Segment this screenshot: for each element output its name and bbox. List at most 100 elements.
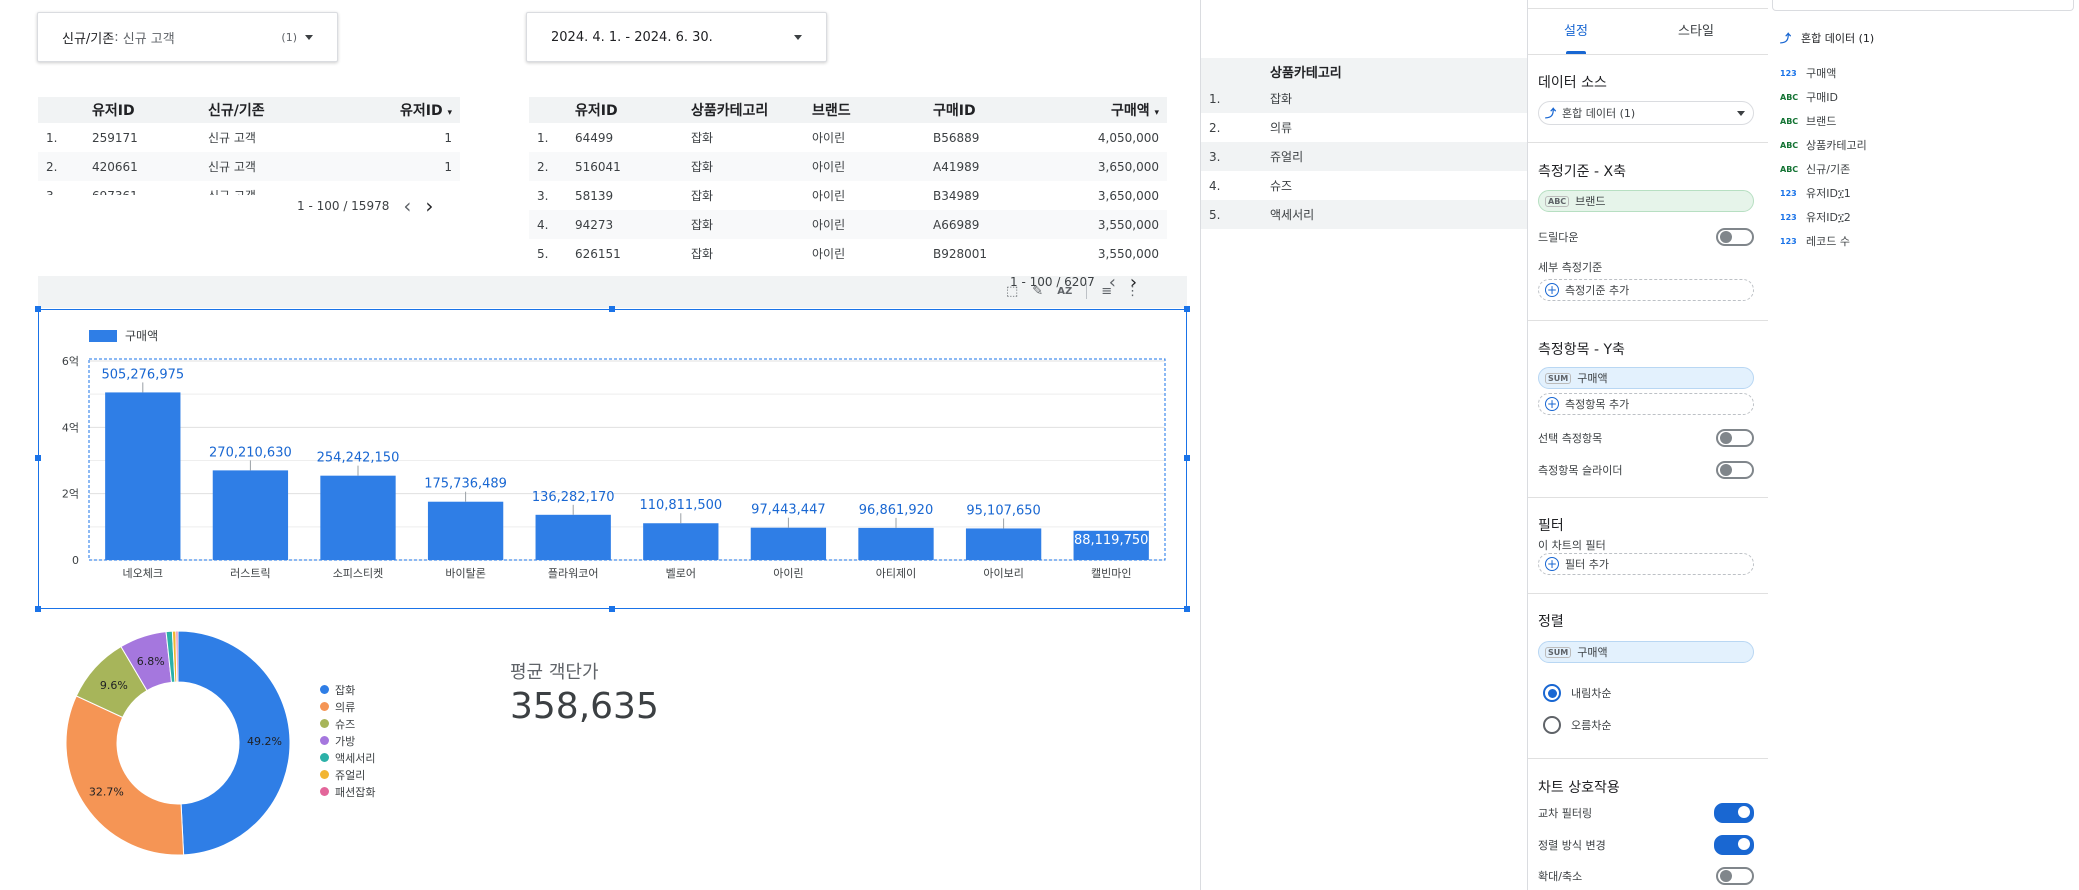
legend-item[interactable]: 잡화 bbox=[320, 681, 375, 698]
donut-slice[interactable] bbox=[65, 695, 185, 856]
data-label: 96,861,920 bbox=[859, 503, 933, 518]
table-row[interactable]: 4. 94273 잡화 아이린 A66989 3,550,000 bbox=[529, 210, 1167, 239]
edit-icon[interactable]: ✎ bbox=[1032, 284, 1043, 299]
sort-descending-radio[interactable]: 내림차순 bbox=[1543, 684, 1611, 702]
add-metric-button[interactable]: + 측정항목 추가 bbox=[1538, 393, 1754, 415]
field-item[interactable]: ABC 신규/기존 bbox=[1780, 157, 1867, 181]
metric-slider-label: 측정항목 슬라이더 bbox=[1538, 464, 1623, 477]
table-row[interactable]: 3. 58139 잡화 아이린 B34989 3,650,000 bbox=[529, 181, 1167, 210]
filter-icon[interactable]: ≡ bbox=[1101, 284, 1112, 299]
slice-label: 32.7% bbox=[89, 785, 124, 798]
legend-item[interactable]: 패션잡화 bbox=[320, 783, 375, 800]
data-label: 175,736,489 bbox=[424, 477, 507, 492]
column-header-sorted[interactable]: 구매액 ▾ bbox=[1040, 97, 1167, 123]
metric-chip[interactable]: SUM 구매액 bbox=[1538, 367, 1754, 389]
legend-item[interactable]: 액세서리 bbox=[320, 749, 375, 766]
kpi-scorecard[interactable]: 평균 객단가 358,635 bbox=[510, 658, 659, 727]
metric-slider-toggle[interactable] bbox=[1716, 461, 1754, 479]
column-header[interactable]: 유저ID bbox=[84, 97, 200, 123]
sort-ascending-radio[interactable]: 오름차순 bbox=[1543, 716, 1611, 734]
column-header-sorted[interactable]: 유저ID ▾ bbox=[334, 97, 460, 123]
bar[interactable] bbox=[320, 475, 396, 560]
field-search-input[interactable] bbox=[1772, 0, 2074, 11]
column-header[interactable]: 상품카테고리 bbox=[683, 97, 804, 123]
x-tick-label: 벨로어 bbox=[666, 567, 696, 580]
bar[interactable] bbox=[427, 501, 504, 560]
field-item[interactable]: ABC 브랜드 bbox=[1780, 109, 1867, 133]
orders-table: 유저ID 상품카테고리 브랜드 구매ID 구매액 ▾ 1. 64499 잡화 아이린 B… bbox=[529, 97, 1167, 268]
field-item[interactable]: 123 유저ID፲2 bbox=[1780, 205, 1867, 229]
table-row[interactable]: 2. 420661 신규 고객 1 bbox=[38, 152, 460, 181]
legend-label: 액세서리 bbox=[335, 751, 376, 765]
field-item[interactable]: ABC 구매ID bbox=[1780, 85, 1867, 109]
bar[interactable] bbox=[105, 392, 181, 560]
list-item[interactable]: 5. 액세서리 bbox=[1201, 200, 1527, 229]
list-item[interactable]: 2. 의류 bbox=[1201, 113, 1527, 142]
table-row[interactable]: 3. 697361 신규 고객 bbox=[38, 181, 460, 196]
field-item[interactable]: ABC 상품카테고리 bbox=[1780, 133, 1867, 157]
bar[interactable] bbox=[535, 514, 611, 560]
data-source-selector[interactable]: ⤴ 혼합 데이터 (1) bbox=[1538, 101, 1754, 125]
sort-chip[interactable]: SUM 구매액 bbox=[1538, 641, 1754, 663]
zoom-toggle[interactable] bbox=[1716, 867, 1754, 885]
select-area-icon[interactable]: ⬚ bbox=[1006, 284, 1018, 299]
field-item[interactable]: 123 레코드 수 bbox=[1780, 229, 1867, 253]
blended-source-header[interactable]: ⤴ 혼합 데이터 (1) bbox=[1780, 30, 1874, 46]
table-row[interactable]: 1. 259171 신규 고객 1 bbox=[38, 123, 460, 152]
filter-value: 신규 고객 bbox=[122, 31, 175, 47]
legend-item[interactable]: 슈즈 bbox=[320, 715, 375, 732]
section-title-dimension: 측정기준 - X축 bbox=[1538, 164, 1626, 180]
column-header[interactable]: 유저ID bbox=[567, 97, 683, 123]
date-range-value: 2024. 4. 1. - 2024. 6. 30. bbox=[551, 29, 713, 45]
tab-style[interactable]: 스타일 bbox=[1624, 20, 1768, 54]
optional-metrics-toggle[interactable] bbox=[1716, 429, 1754, 447]
table-row[interactable]: 1. 64499 잡화 아이린 B56889 4,050,000 bbox=[529, 123, 1167, 152]
radio-checked-icon bbox=[1543, 684, 1561, 702]
more-vert-icon[interactable]: ⋮ bbox=[1126, 284, 1139, 299]
column-header[interactable]: 신규/기존 bbox=[200, 97, 335, 123]
chevron-left-icon[interactable]: ‹ bbox=[403, 194, 411, 218]
bar[interactable] bbox=[965, 528, 1042, 560]
list-item[interactable]: 3. 쥬얼리 bbox=[1201, 142, 1527, 171]
list-item[interactable]: 1. 잡화 bbox=[1201, 84, 1527, 113]
legend-item[interactable]: 의류 bbox=[320, 698, 375, 715]
dimension-chip[interactable]: ABC 브랜드 bbox=[1538, 190, 1754, 212]
field-item[interactable]: 123 유저ID፲1 bbox=[1780, 181, 1867, 205]
sort-az-icon[interactable]: AZ bbox=[1057, 286, 1072, 297]
column-header[interactable]: 브랜드 bbox=[804, 97, 925, 123]
date-range-control[interactable]: 2024. 4. 1. - 2024. 6. 30. bbox=[526, 12, 827, 62]
x-tick-label: 네오체크 bbox=[123, 567, 163, 580]
bar[interactable] bbox=[643, 523, 719, 560]
list-header: 상품카테고리 bbox=[1270, 65, 1342, 81]
drilldown-toggle[interactable] bbox=[1716, 228, 1754, 246]
table-row[interactable]: 2. 516041 잡화 아이린 A41989 3,650,000 bbox=[529, 152, 1167, 181]
cross-filter-label: 교차 필터링 bbox=[1538, 807, 1593, 820]
bar[interactable] bbox=[750, 527, 827, 560]
bar-chart-selected[interactable]: 구매액 0 2억 4억 6억 네오체크 505,276,975 러스트릭 270,210,630… bbox=[35, 306, 1190, 612]
data-label: 95,107,650 bbox=[966, 503, 1040, 518]
bar[interactable] bbox=[212, 470, 289, 560]
tab-setup[interactable]: 설정 bbox=[1528, 20, 1624, 54]
bar[interactable] bbox=[858, 527, 934, 560]
data-label: 254,242,150 bbox=[317, 451, 400, 466]
cross-filter-toggle[interactable] bbox=[1714, 803, 1754, 823]
radio-unchecked-icon bbox=[1543, 716, 1561, 734]
legend-label: 쥬얼리 bbox=[335, 768, 366, 782]
kpi-label: 평균 객단가 bbox=[510, 662, 599, 683]
legend-item[interactable]: 쥬얼리 bbox=[320, 766, 375, 783]
add-filter-button[interactable]: + 필터 추가 bbox=[1538, 553, 1754, 575]
blend-icon: ⤴ bbox=[1545, 107, 1556, 120]
list-item[interactable]: 4. 슈즈 bbox=[1201, 171, 1527, 200]
change-sort-toggle[interactable] bbox=[1714, 835, 1754, 855]
users-table: 유저ID 신규/기존 유저ID ▾ 1. 259171 신규 고객 1 2. 4… bbox=[38, 97, 460, 195]
column-header[interactable]: 구매ID bbox=[925, 97, 1041, 123]
field-item[interactable]: 123 구매액 bbox=[1780, 61, 1867, 85]
users-table-pagination: 1 - 100 / 15978 ‹ › bbox=[297, 194, 434, 218]
legend-label: 패션잡화 bbox=[335, 785, 376, 799]
chevron-right-icon[interactable]: › bbox=[425, 194, 433, 218]
donut-chart[interactable]: 49.2% 32.7% 9.6% 6.8% bbox=[60, 625, 300, 865]
legend-item[interactable]: 가방 bbox=[320, 732, 375, 749]
add-dimension-button[interactable]: + 측정기준 추가 bbox=[1538, 279, 1754, 301]
user-type-filter-control[interactable]: 신규/기존: 신규 고객 (1) bbox=[37, 12, 338, 62]
table-row[interactable]: 5. 626151 잡화 아이린 B928001 3,550,000 bbox=[529, 239, 1167, 268]
